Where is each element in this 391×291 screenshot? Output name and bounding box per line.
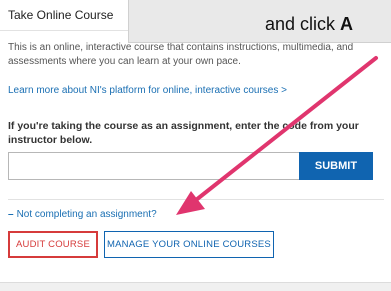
callout-text: and click A — [265, 14, 354, 34]
panel-title: Take Online Course — [8, 8, 114, 22]
learn-more-link[interactable]: Learn more about NI's platform for onlin… — [8, 85, 287, 96]
audit-course-button[interactable]: AUDIT COURSE — [8, 231, 98, 258]
manage-online-courses-button[interactable]: MANAGE YOUR ONLINE COURSES — [104, 231, 274, 258]
not-completing-assignment-toggle[interactable]: – Not completing an assignment? — [8, 209, 157, 220]
divider — [8, 199, 384, 200]
instruction-callout: and click A — [128, 0, 391, 43]
submit-button[interactable]: SUBMIT — [299, 152, 373, 180]
course-description: This is an online, interactive course th… — [8, 42, 354, 67]
assignment-code-input[interactable] — [8, 152, 299, 180]
toggle-label: Not completing an assignment? — [16, 209, 157, 220]
course-panel: Take Online Course This is an online, in… — [0, 0, 391, 291]
minus-icon: – — [8, 209, 14, 220]
assignment-prompt: If you're taking the course as an assign… — [8, 120, 359, 146]
